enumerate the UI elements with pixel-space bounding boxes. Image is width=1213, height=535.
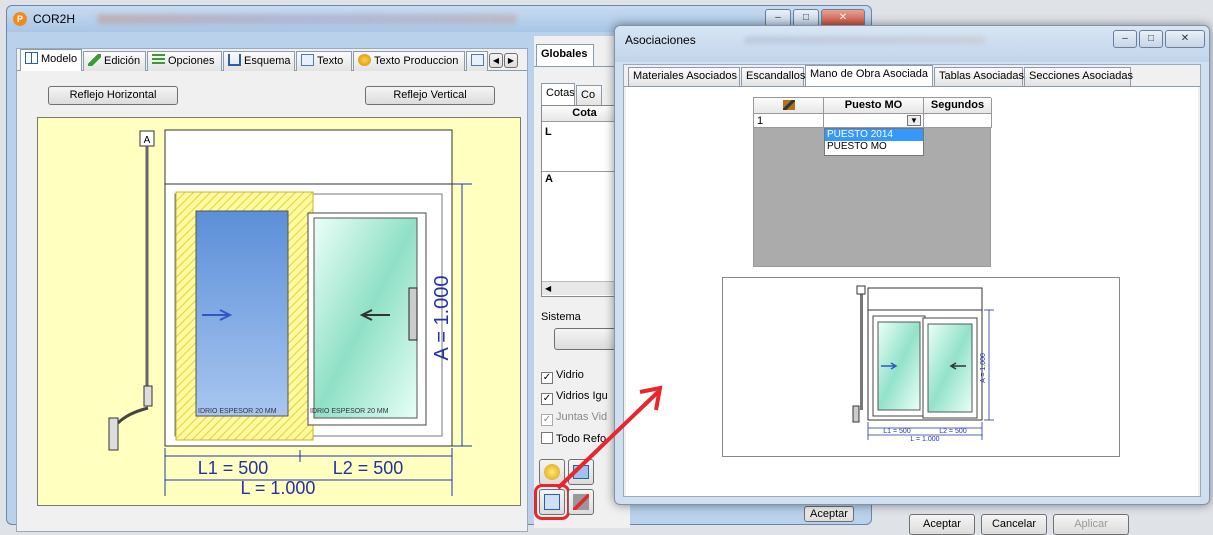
mano-obra-grid: Puesto MO Segundos 1 ▼ PUESTO 2014 PUEST… [753, 97, 992, 267]
svg-text:L = 1.000: L = 1.000 [241, 478, 316, 498]
blurred-title-text [745, 36, 985, 44]
dialog-body: Materiales Asociados Escandallos Mano de… [623, 64, 1201, 535]
svg-text:L = 1.000: L = 1.000 [910, 436, 939, 443]
tab-globales[interactable]: Globales [536, 44, 594, 66]
row-L[interactable]: L [545, 126, 552, 138]
cancelar-button[interactable]: Cancelar [981, 514, 1047, 535]
document-icon [301, 54, 314, 66]
dialog-maximize-button[interactable]: □ [1139, 30, 1163, 48]
svg-text:IDRIO ESPESOR 20 MM: IDRIO ESPESOR 20 MM [310, 408, 389, 415]
puesto-mo-dropdown-list[interactable]: PUESTO 2014 PUESTO MO [824, 128, 924, 156]
pencil-icon [88, 54, 101, 66]
tab-mano-de-obra-asociada[interactable]: Mano de Obra Asociada [805, 65, 933, 86]
tab-scroll-left-button[interactable]: ◀ [489, 53, 503, 68]
schema-icon [228, 54, 241, 66]
col-segundos-header[interactable]: Segundos [924, 98, 992, 114]
tab-edicion[interactable]: Edición [83, 51, 146, 71]
tab-modelo[interactable]: Modelo [20, 49, 82, 71]
segundos-cell[interactable] [924, 114, 992, 128]
tab-overflow[interactable] [466, 51, 488, 71]
svg-text:A: A [144, 135, 151, 146]
aceptar-button[interactable]: Aceptar [909, 514, 975, 535]
svg-text:A = 1.000: A = 1.000 [980, 353, 987, 383]
model-tabstrip: Modelo Edición Opciones Esquema Texto Te… [17, 49, 527, 71]
svg-text:IDRIO ESPESOR 20 MM: IDRIO ESPESOR 20 MM [198, 408, 277, 415]
svg-text:L1 = 500: L1 = 500 [198, 458, 269, 478]
window-title: COR2H [33, 12, 76, 26]
aplicar-button[interactable]: Aplicar [1053, 514, 1129, 535]
col-pin-header [754, 98, 824, 114]
row-number[interactable]: 1 [754, 114, 824, 128]
row-A[interactable]: A [545, 173, 553, 185]
gear-ball-icon [358, 54, 371, 66]
pin-icon [782, 100, 795, 110]
dialog-title: Asociaciones [625, 33, 696, 47]
puesto-mo-combobox[interactable]: ▼ [824, 114, 924, 128]
svg-text:L2 = 500: L2 = 500 [333, 458, 404, 478]
asociaciones-dialog: Asociaciones – □ ✕ Materiales Asociados … [614, 25, 1210, 535]
tab-content: Puesto MO Segundos 1 ▼ PUESTO 2014 PUEST… [626, 87, 1198, 496]
subtab-cotas[interactable]: Cotas [541, 83, 575, 105]
window-drawing: A IDRIO ESPESOR 20 MM IDRIO ESPESOR 20 M… [108, 129, 472, 498]
tab-texto-produccion[interactable]: Texto Produccion [353, 51, 465, 71]
dropdown-option[interactable]: PUESTO 2014 [825, 129, 923, 141]
svg-text:L1 = 500: L1 = 500 [883, 428, 911, 435]
grid-icon [25, 52, 38, 64]
sistema-label: Sistema [541, 311, 581, 323]
reflejo-vertical-button[interactable]: Reflejo Vertical [365, 86, 495, 105]
tab-materiales-asociados[interactable]: Materiales Asociados [628, 67, 740, 86]
tab-tablas-asociadas[interactable]: Tablas Asociadas [934, 67, 1024, 86]
main-aceptar-button[interactable]: Aceptar [804, 506, 854, 522]
document-icon [471, 54, 484, 66]
preview-drawing: A = 1.000 L1 = 500 L2 = 500 L = 1.000 [852, 285, 994, 443]
tab-scroll-right-button[interactable]: ▶ [504, 53, 518, 68]
blurred-title-text [97, 14, 517, 24]
tab-escandallos[interactable]: Escandallos [741, 67, 805, 86]
subtab-co[interactable]: Co [576, 85, 602, 105]
tab-secciones-asociadas[interactable]: Secciones Asociadas [1024, 67, 1133, 86]
col-puesto-mo-header[interactable]: Puesto MO [824, 98, 924, 114]
preview-panel: A = 1.000 L1 = 500 L2 = 500 L = 1.000 [722, 277, 1120, 457]
annotation-arrow [556, 385, 663, 490]
tab-texto[interactable]: Texto [296, 51, 352, 71]
dropdown-option[interactable]: PUESTO MO [825, 141, 923, 153]
svg-text:L2 = 500: L2 = 500 [939, 428, 967, 435]
svg-text:A = 1.000: A = 1.000 [431, 275, 453, 360]
tab-esquema[interactable]: Esquema [223, 51, 295, 71]
dialog-close-button[interactable]: ✕ [1165, 30, 1205, 48]
reflejo-horizontal-button[interactable]: Reflejo Horizontal [48, 86, 178, 105]
model-drawing-canvas[interactable]: A IDRIO ESPESOR 20 MM IDRIO ESPESOR 20 M… [37, 117, 521, 506]
app-logo-icon: P [13, 12, 27, 26]
chevron-down-icon[interactable]: ▼ [907, 115, 921, 126]
list-icon [152, 54, 165, 66]
tab-opciones[interactable]: Opciones [147, 51, 222, 71]
dialog-minimize-button[interactable]: – [1113, 30, 1137, 48]
